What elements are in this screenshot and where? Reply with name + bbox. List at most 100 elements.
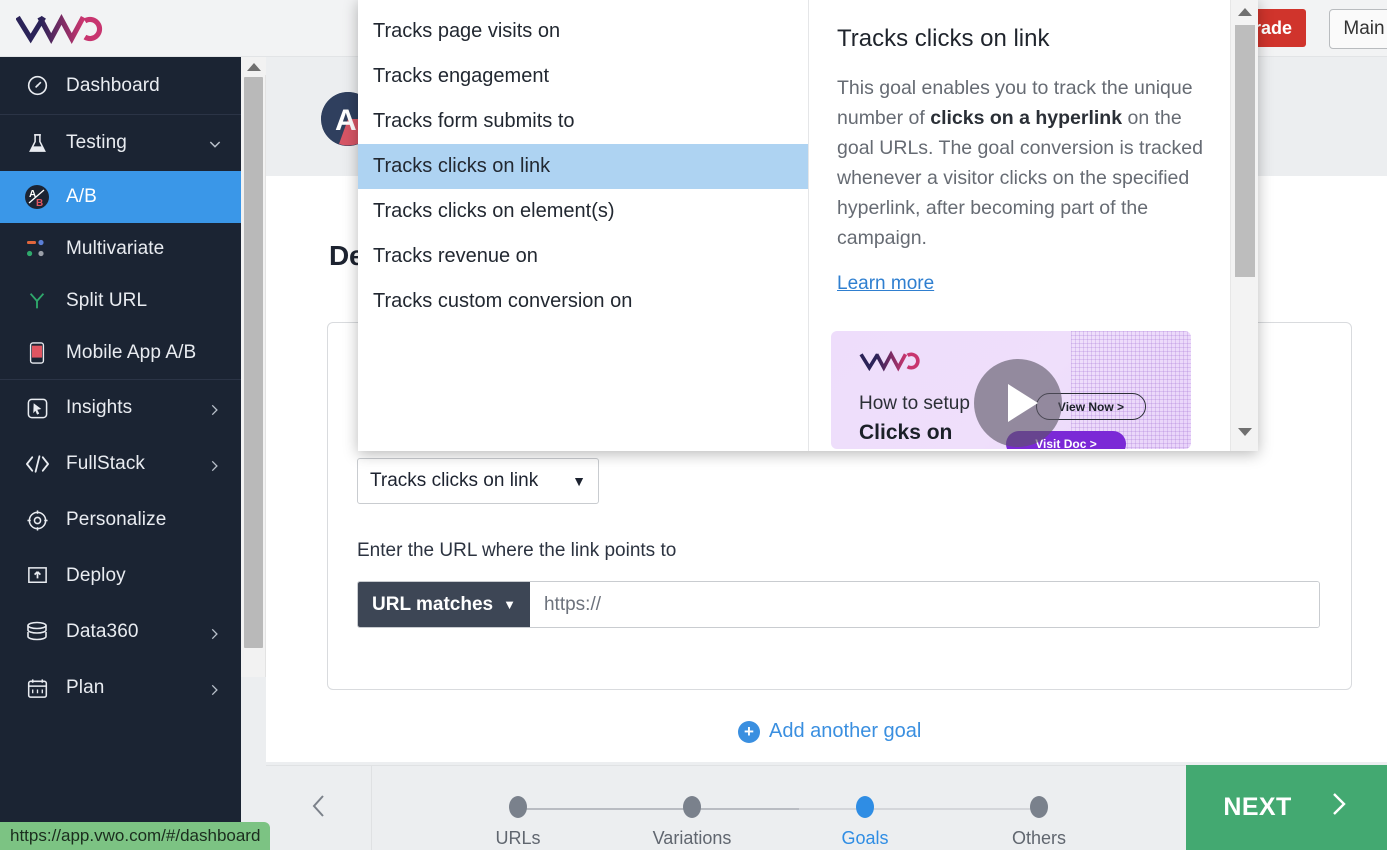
sidebar-item-plan[interactable]: Plan	[0, 660, 241, 716]
back-button[interactable]	[266, 766, 372, 850]
url-field-label: Enter the URL where the link points to	[357, 540, 677, 561]
help-video-card[interactable]: How to setup Clicks on View Now > Visit …	[831, 331, 1191, 449]
url-match-type-select[interactable]: URL matches ▼	[358, 582, 530, 627]
dropdown-option[interactable]: Tracks revenue on	[358, 234, 808, 279]
sidebar-item-mobile-app-ab[interactable]: Mobile App A/B	[0, 327, 241, 379]
info-body-bold: clicks on a hyperlink	[930, 107, 1123, 129]
url-match-type-value: URL matches	[372, 593, 494, 615]
database-icon	[22, 619, 52, 645]
sidebar-item-label: A/B	[66, 186, 97, 207]
svg-text:A: A	[335, 104, 357, 137]
step-label: URLs	[495, 828, 541, 848]
video-line-2: Clicks on	[859, 421, 953, 444]
ab-icon: A B	[22, 184, 52, 210]
dropdown-option[interactable]: Tracks form submits to	[358, 99, 808, 144]
split-url-icon	[22, 288, 52, 314]
dropdown-option[interactable]: Tracks page visits on	[358, 9, 808, 54]
sidebar-item-label: Personalize	[66, 509, 167, 530]
sidebar-item-split-url[interactable]: Split URL	[0, 275, 241, 327]
play-triangle	[1008, 384, 1038, 422]
sidebar-item-label: Split URL	[66, 290, 148, 311]
sidebar-item-deploy[interactable]: Deploy	[0, 548, 241, 604]
app-root: rade Main Dashboard Testing A B A/B Mult…	[0, 0, 1387, 850]
sidebar-item-label: Data360	[66, 621, 139, 642]
step-label: Variations	[652, 828, 732, 848]
goal-type-select[interactable]: Tracks clicks on link ▼	[357, 458, 599, 504]
scroll-up-arrow-icon[interactable]	[1231, 1, 1259, 23]
sidebar-item-multivariate[interactable]: Multivariate	[0, 223, 241, 275]
multivariate-icon	[22, 236, 52, 262]
info-body: This goal enables you to track the uniqu…	[837, 73, 1207, 253]
sidebar-item-label: Multivariate	[66, 238, 165, 259]
dropdown-scrollbar-thumb[interactable]	[1235, 25, 1255, 277]
sidebar-item-label: Deploy	[66, 565, 126, 586]
vwo-logo-icon	[859, 349, 921, 373]
add-another-goal-label: Add another goal	[769, 720, 922, 742]
page-scrollbar-up-arrow[interactable]	[241, 57, 266, 75]
sidebar-item-personalize[interactable]: Personalize	[0, 492, 241, 548]
plus-icon: +	[738, 720, 760, 743]
chevron-right-icon	[1328, 788, 1350, 827]
sidebar-item-label: FullStack	[66, 453, 146, 474]
url-match-row: URL matches ▼	[357, 581, 1320, 628]
mobile-icon	[22, 340, 52, 366]
next-button[interactable]: NEXT	[1186, 765, 1387, 850]
vwo-logo-icon	[15, 14, 104, 44]
wizard-steps: URLs Variations Goals Others	[372, 766, 1186, 850]
sidebar-item-insights[interactable]: Insights	[0, 380, 241, 436]
deploy-icon	[22, 563, 52, 589]
goal-type-option-list: Tracks page visits on Tracks engagement …	[358, 0, 809, 451]
next-button-label: NEXT	[1223, 793, 1292, 821]
step-dot	[1030, 796, 1048, 818]
sidebar-item-label: Dashboard	[66, 74, 160, 96]
wizard-step-goals[interactable]: Goals	[820, 796, 910, 849]
wizard-step-urls[interactable]: URLs	[473, 796, 563, 849]
sidebar-item-fullstack[interactable]: FullStack	[0, 436, 241, 492]
play-button-icon[interactable]	[974, 359, 1062, 447]
video-line-1: How to setup	[859, 393, 970, 414]
step-label: Others	[1011, 828, 1067, 848]
step-dot	[856, 796, 874, 818]
dropdown-option[interactable]: Tracks clicks on element(s)	[358, 189, 808, 234]
chevron-down-icon: ▼	[503, 597, 516, 612]
chevron-right-icon	[207, 681, 221, 696]
step-dot	[509, 796, 527, 818]
sidebar-item-dashboard[interactable]: Dashboard	[0, 57, 241, 114]
sidebar: Dashboard Testing A B A/B Multivariate S…	[0, 57, 241, 850]
chevron-right-icon	[207, 457, 221, 472]
main-account-button[interactable]: Main	[1329, 9, 1387, 49]
dropdown-option[interactable]: Tracks custom conversion on	[358, 279, 808, 324]
code-icon	[22, 451, 52, 477]
sidebar-item-data360[interactable]: Data360	[0, 604, 241, 660]
sidebar-item-label: Plan	[66, 677, 105, 698]
sidebar-item-ab[interactable]: A B A/B	[0, 171, 241, 223]
chevron-down-icon	[207, 136, 221, 150]
chevron-right-icon	[207, 625, 221, 640]
chevron-right-icon	[207, 401, 221, 416]
goal-type-value: Tracks clicks on link	[370, 470, 539, 491]
sidebar-item-label: Mobile App A/B	[66, 342, 197, 363]
wizard-step-variations[interactable]: Variations	[647, 796, 737, 849]
flask-icon	[22, 130, 52, 156]
url-input[interactable]	[529, 582, 1319, 627]
target-icon	[22, 507, 52, 533]
sidebar-item-label: Testing	[66, 132, 127, 153]
step-dot	[683, 796, 701, 818]
goal-type-dropdown: Tracks page visits on Tracks engagement …	[358, 0, 1258, 451]
learn-more-link[interactable]: Learn more	[837, 273, 934, 295]
scroll-down-arrow-icon[interactable]	[1231, 421, 1259, 443]
calendar-icon	[22, 675, 52, 701]
dashboard-icon	[22, 73, 52, 99]
svg-text:B: B	[36, 198, 43, 209]
goal-type-info-panel: Tracks clicks on link This goal enables …	[809, 0, 1258, 451]
page-scrollbar-thumb[interactable]	[244, 77, 263, 648]
sidebar-item-testing[interactable]: Testing	[0, 115, 241, 171]
add-another-goal-button[interactable]: + Add another goal	[738, 720, 921, 743]
dropdown-option[interactable]: Tracks engagement	[358, 54, 808, 99]
info-title: Tracks clicks on link	[837, 25, 1050, 52]
sidebar-item-label: Insights	[66, 397, 133, 418]
insights-icon	[22, 395, 52, 421]
dropdown-option-selected[interactable]: Tracks clicks on link	[358, 144, 808, 189]
wizard-step-others[interactable]: Others	[994, 796, 1084, 849]
dropdown-scrollbar[interactable]	[1230, 0, 1258, 451]
